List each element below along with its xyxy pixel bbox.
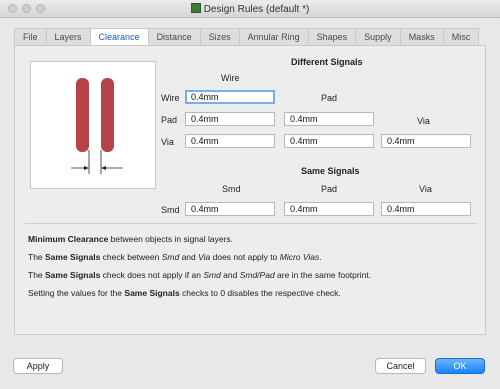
via-via-clearance-input[interactable]	[381, 134, 471, 148]
wire-wire-clearance-input[interactable]	[185, 90, 275, 104]
info-line-2: The Same Signals check between Smd and V…	[28, 252, 322, 262]
info-line-4: Setting the values for the Same Signals …	[28, 288, 341, 298]
smd-smd-clearance-input[interactable]	[185, 202, 275, 216]
tab-shapes[interactable]: Shapes	[308, 28, 357, 46]
same-signals-header: Same Signals	[301, 166, 360, 176]
info-line-1: Minimum Clearance between objects in sig…	[28, 234, 234, 244]
via-pad-clearance-input[interactable]	[284, 134, 374, 148]
tab-bar: File Layers Clearance Distance Sizes Ann…	[14, 28, 480, 46]
tab-distance[interactable]: Distance	[148, 28, 201, 46]
smd-via-clearance-input[interactable]	[381, 202, 471, 216]
window-title: Design Rules (default *)	[0, 3, 500, 15]
col-header-wire: Wire	[221, 73, 240, 83]
tab-file[interactable]: File	[14, 28, 47, 46]
col-header-pad: Pad	[321, 93, 338, 103]
tab-masks[interactable]: Masks	[400, 28, 444, 46]
different-signals-header: Different Signals	[291, 57, 363, 67]
tab-sizes[interactable]: Sizes	[200, 28, 240, 46]
row-label-wire: Wire	[161, 93, 180, 103]
tab-misc[interactable]: Misc	[443, 28, 480, 46]
col-header-via: Via	[417, 116, 430, 126]
row-label-pad: Pad	[161, 115, 178, 125]
tab-clearance[interactable]: Clearance	[90, 28, 149, 46]
clearance-preview-image	[30, 61, 156, 189]
title-bar: Design Rules (default *)	[0, 0, 500, 18]
info-line-3: The Same Signals check does not apply if…	[28, 270, 372, 280]
pad-pad-clearance-input[interactable]	[284, 112, 374, 126]
tab-layers[interactable]: Layers	[46, 28, 91, 46]
same-col-header-smd: Smd	[222, 184, 241, 194]
same-col-header-via: Via	[419, 184, 432, 194]
tab-annular-ring[interactable]: Annular Ring	[239, 28, 309, 46]
row-label-smd: Smd	[161, 205, 180, 215]
window-title-text: Design Rules (default *)	[203, 4, 310, 15]
apply-button[interactable]: Apply	[13, 358, 63, 374]
clearance-panel: Different Signals Wire Pad Via Wire Pad …	[14, 45, 486, 335]
ok-button[interactable]: OK	[435, 358, 485, 374]
section-divider	[25, 223, 477, 224]
clearance-dimension-icon	[71, 150, 123, 174]
row-label-via: Via	[161, 137, 174, 147]
same-col-header-pad: Pad	[321, 184, 338, 194]
smd-pad-clearance-input[interactable]	[284, 202, 374, 216]
via-wire-clearance-input[interactable]	[185, 134, 275, 148]
cancel-button[interactable]: Cancel	[375, 358, 426, 374]
app-icon	[190, 3, 201, 13]
pad-wire-clearance-input[interactable]	[185, 112, 275, 126]
tab-supply[interactable]: Supply	[356, 28, 401, 46]
